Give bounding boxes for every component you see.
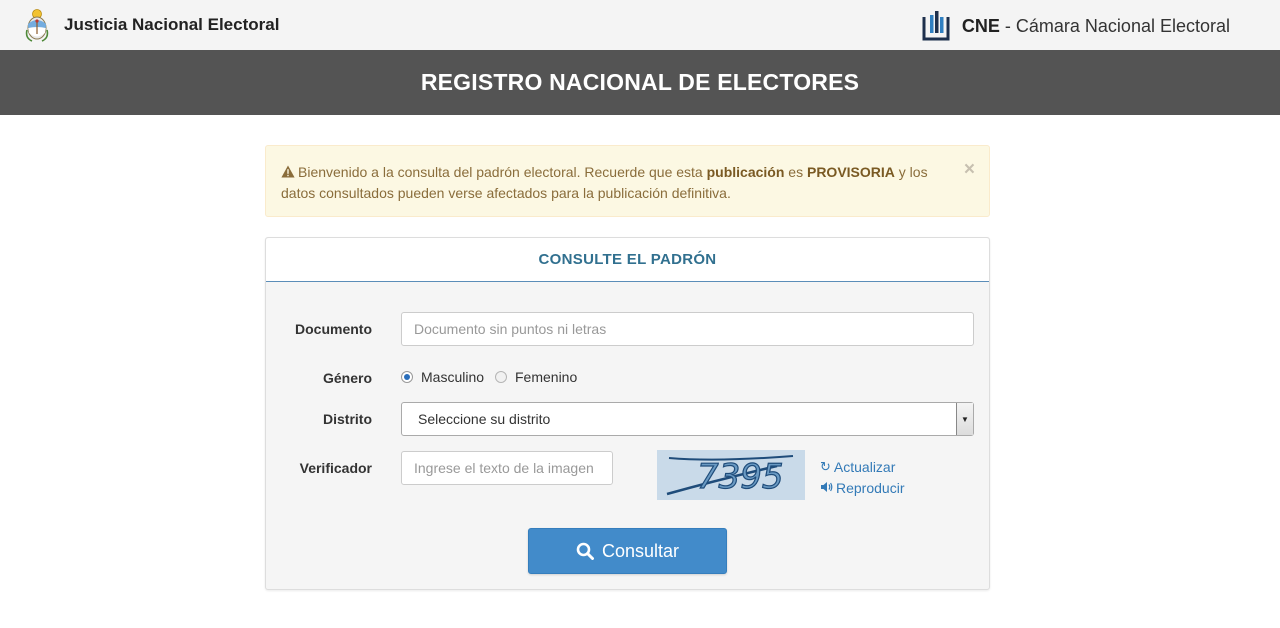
captcha-audio-label: Reproducir [836, 480, 905, 496]
documento-label: Documento [295, 321, 372, 337]
brand-left[interactable]: Justicia Nacional Electoral [24, 4, 279, 46]
brand-separator: - [999, 15, 1016, 36]
radio-masculino-label: Masculino [421, 369, 485, 385]
chevron-down-icon[interactable]: ▼ [956, 403, 973, 435]
verificador-input[interactable] [401, 451, 613, 485]
radio-femenino[interactable]: Femenino [495, 369, 577, 385]
site-title: Justicia Nacional Electoral [64, 15, 280, 34]
consult-panel: CONSULTE EL PADRÓN Documento Género Masc… [265, 237, 990, 590]
volume-icon [820, 481, 833, 496]
distrito-label: Distrito [323, 411, 372, 427]
captcha-refresh-label: Actualizar [833, 459, 896, 475]
panel-title: CONSULTE EL PADRÓN [538, 251, 717, 268]
alert-text-2: es [784, 164, 807, 180]
radio-femenino-label: Femenino [515, 369, 578, 385]
argentina-coat-of-arms-icon [25, 9, 49, 42]
search-icon [576, 542, 594, 560]
cne-abbreviation: CNE [961, 15, 1000, 36]
distrito-select[interactable]: Seleccione su distrito ▼ [401, 402, 974, 436]
cne-full-name: Cámara Nacional Electoral [1015, 15, 1230, 36]
consultar-button-label: Consultar [601, 540, 680, 561]
verificador-label: Verificador [299, 460, 372, 476]
captcha-text: 7395 [697, 457, 784, 497]
brand-right[interactable]: CNE - Cámara Nacional Electoral [922, 8, 1230, 44]
refresh-icon: ↻ [820, 459, 831, 474]
distrito-selected-value: Seleccione su distrito [418, 411, 551, 427]
captcha-refresh-link[interactable]: ↻ Actualizar [820, 459, 895, 475]
page-title: REGISTRO NACIONAL DE ELECTORES [420, 69, 860, 95]
cne-logo-icon [922, 11, 950, 41]
radio-masculino[interactable]: Masculino [401, 369, 484, 385]
alert-bold-publicacion: publicación [706, 164, 785, 180]
alert-text-1: Bienvenido a la consulta del padrón elec… [298, 164, 707, 180]
provisional-alert: Bienvenido a la consulta del padrón elec… [265, 145, 990, 217]
panel-header: CONSULTE EL PADRÓN [266, 238, 989, 282]
captcha-image: 7395 [657, 450, 805, 500]
close-icon[interactable]: × [964, 160, 975, 180]
genero-label: Género [322, 370, 372, 386]
top-bar: Justicia Nacional Electoral CNE - Cámara… [0, 0, 1280, 50]
radio-masculino-control[interactable] [401, 371, 413, 383]
alert-bold-provisoria: PROVISORIA [806, 164, 895, 180]
radio-femenino-control[interactable] [495, 371, 507, 383]
title-band: REGISTRO NACIONAL DE ELECTORES [0, 50, 1280, 115]
warning-icon [281, 163, 295, 183]
captcha-audio-link[interactable]: Reproducir [820, 480, 904, 496]
documento-input[interactable] [401, 312, 974, 346]
consultar-button[interactable]: Consultar [528, 528, 727, 574]
